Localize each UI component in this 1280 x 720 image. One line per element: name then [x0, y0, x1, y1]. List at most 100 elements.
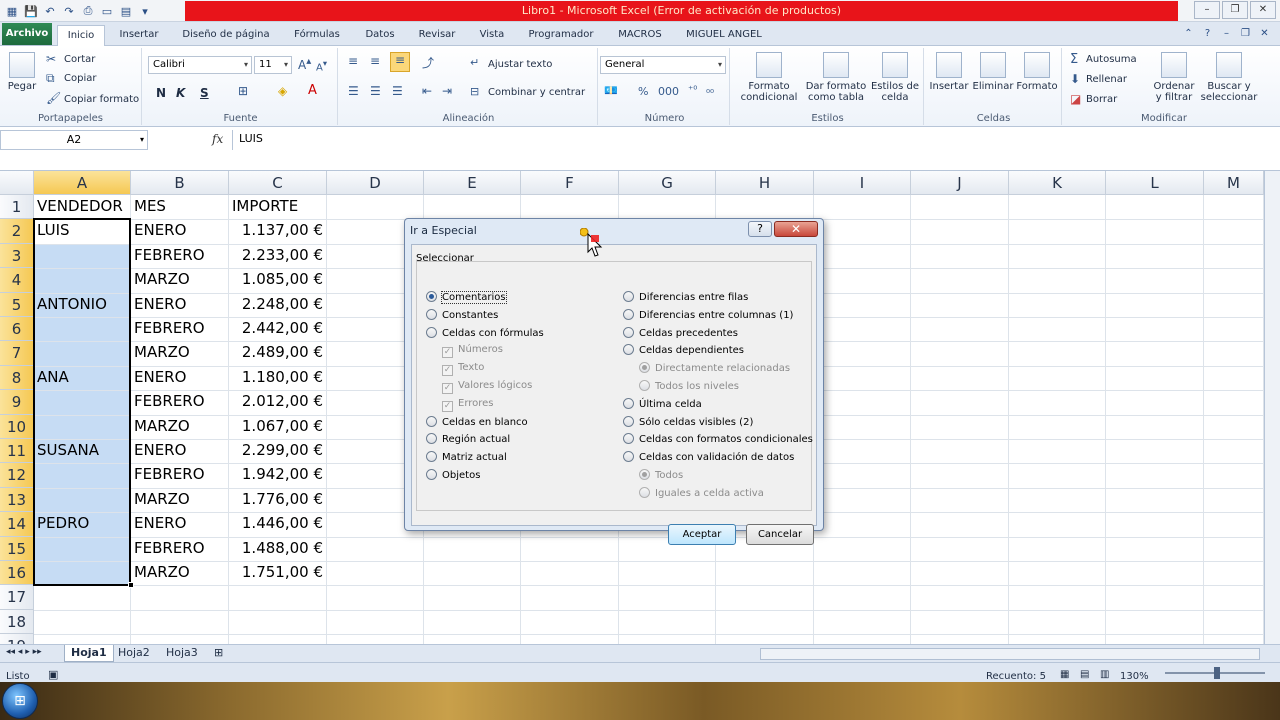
- paste-button[interactable]: Pegar: [4, 52, 40, 92]
- cell-c12[interactable]: 1.942,00 €: [229, 465, 323, 483]
- thousands-icon[interactable]: 000: [658, 85, 679, 98]
- tab-miguel-angel[interactable]: MIGUEL ANGEL: [680, 25, 768, 46]
- decrease-indent-icon[interactable]: ⇤: [422, 84, 432, 98]
- decimal-less-icon[interactable]: ₀₀: [706, 85, 714, 96]
- vertical-scrollbar[interactable]: [1264, 171, 1280, 644]
- cell-c10[interactable]: 1.067,00 €: [229, 417, 323, 435]
- increase-indent-icon[interactable]: ⇥: [442, 84, 452, 98]
- cell-styles-button[interactable]: Estilos de celda: [868, 52, 922, 103]
- column-header-b[interactable]: B: [131, 171, 229, 195]
- name-box[interactable]: A2 ▾: [0, 130, 148, 150]
- row-header-13[interactable]: 13: [0, 487, 34, 513]
- accept-button[interactable]: Aceptar: [668, 524, 736, 545]
- decrease-font-icon[interactable]: A▾: [316, 58, 327, 73]
- copy-button[interactable]: Copiar: [64, 73, 96, 84]
- align-middle-icon[interactable]: ≡: [370, 54, 380, 68]
- cell-b5[interactable]: ENERO: [134, 295, 186, 313]
- cell-c1[interactable]: IMPORTE: [232, 197, 298, 215]
- minimize-button[interactable]: –: [1194, 1, 1220, 19]
- column-header-m[interactable]: M: [1204, 171, 1264, 195]
- formula-input[interactable]: LUIS: [232, 130, 1262, 150]
- orientation-icon[interactable]: ⤴: [422, 54, 434, 71]
- cell-b16[interactable]: MARZO: [134, 563, 190, 581]
- save-icon[interactable]: 💾: [23, 3, 39, 19]
- cell-b3[interactable]: FEBRERO: [134, 246, 205, 264]
- cell-b9[interactable]: FEBRERO: [134, 392, 205, 410]
- cell-c15[interactable]: 1.488,00 €: [229, 539, 323, 557]
- align-bottom-icon[interactable]: ≡: [390, 52, 410, 72]
- cell-b2[interactable]: ENERO: [134, 221, 186, 239]
- column-header-f[interactable]: F: [521, 171, 619, 195]
- cell-a1[interactable]: VENDEDOR: [37, 197, 123, 215]
- autosum-button[interactable]: Autosuma: [1086, 54, 1137, 65]
- cut-button[interactable]: Cortar: [64, 54, 95, 65]
- delete-cells-button[interactable]: Eliminar: [972, 52, 1014, 92]
- cell-b11[interactable]: ENERO: [134, 441, 186, 459]
- option-right-8[interactable]: Celdas con formatos condicionales: [623, 433, 813, 445]
- font-color-icon[interactable]: A: [308, 83, 317, 98]
- help-icon[interactable]: ?: [1200, 26, 1215, 41]
- close-window-button[interactable]: ✕: [1250, 1, 1276, 19]
- cell-b6[interactable]: FEBRERO: [134, 319, 205, 337]
- align-top-icon[interactable]: ≡: [348, 54, 358, 68]
- cell-c7[interactable]: 2.489,00 €: [229, 343, 323, 361]
- row-header-1[interactable]: 1: [0, 195, 34, 220]
- cell-c2[interactable]: 1.137,00 €: [229, 221, 323, 239]
- print-preview-icon[interactable]: ⎙: [80, 3, 96, 19]
- format-painter-button[interactable]: Copiar formato: [64, 94, 139, 105]
- horizontal-scrollbar[interactable]: [760, 648, 1260, 660]
- column-header-a[interactable]: A: [34, 171, 131, 195]
- cell-b14[interactable]: ENERO: [134, 514, 186, 532]
- cell-c6[interactable]: 2.442,00 €: [229, 319, 323, 337]
- option-right-0[interactable]: Diferencias entre filas: [623, 291, 748, 303]
- open-folder-icon[interactable]: ▤: [118, 3, 134, 19]
- tab-formulas[interactable]: Fórmulas: [286, 25, 348, 46]
- sheet-tab-hoja3[interactable]: Hoja3: [160, 645, 204, 662]
- sort-filter-button[interactable]: Ordenar y filtrar: [1152, 52, 1196, 103]
- redo-icon[interactable]: ↷: [61, 3, 77, 19]
- insert-function-button[interactable]: fx: [212, 132, 223, 146]
- row-header-6[interactable]: 6: [0, 317, 34, 342]
- cell-c16[interactable]: 1.751,00 €: [229, 563, 323, 581]
- option-left-7[interactable]: Celdas en blanco: [426, 415, 528, 428]
- tab-vista[interactable]: Vista: [472, 25, 512, 46]
- row-header-8[interactable]: 8: [0, 365, 34, 391]
- format-cells-button[interactable]: Formato: [1014, 52, 1060, 92]
- windows-start-button[interactable]: ⊞: [2, 683, 38, 719]
- sheet-nav-icon[interactable]: ◂◂ ◂ ▸ ▸▸: [6, 647, 42, 657]
- minimize-ribbon-icon[interactable]: ⌃: [1181, 26, 1196, 41]
- align-center-icon[interactable]: ☰: [370, 84, 381, 98]
- option-left-2[interactable]: Celdas con fórmulas: [426, 326, 544, 339]
- tab-programador[interactable]: Programador: [522, 25, 600, 46]
- cell-b15[interactable]: FEBRERO: [134, 539, 205, 557]
- wrap-text-button[interactable]: Ajustar texto: [488, 59, 552, 70]
- tab-diseno-pagina[interactable]: Diseño de página: [176, 25, 276, 46]
- zoom-slider-thumb[interactable]: [1214, 667, 1220, 679]
- cell-b4[interactable]: MARZO: [134, 270, 190, 288]
- borders-icon[interactable]: ⊞: [238, 84, 248, 98]
- bold-button[interactable]: N: [156, 86, 166, 100]
- option-left-0[interactable]: Comentarios: [426, 291, 507, 304]
- doc-restore-icon[interactable]: ❐: [1238, 26, 1253, 41]
- option-left-8[interactable]: Región actual: [426, 433, 510, 445]
- option-left-10[interactable]: Objetos: [426, 469, 480, 481]
- font-size-select[interactable]: 11 ▾: [254, 56, 292, 74]
- format-as-table-button[interactable]: Dar formato como tabla: [804, 52, 868, 103]
- sheet-tab-hoja1[interactable]: Hoja1: [64, 645, 114, 662]
- currency-icon[interactable]: 💶: [604, 84, 618, 97]
- row-header-10[interactable]: 10: [0, 414, 34, 439]
- option-right-6[interactable]: Última celda: [623, 397, 702, 410]
- row-header-3[interactable]: 3: [0, 243, 34, 269]
- cell-c9[interactable]: 2.012,00 €: [229, 392, 323, 410]
- cell-c13[interactable]: 1.776,00 €: [229, 490, 323, 508]
- cell-c14[interactable]: 1.446,00 €: [229, 514, 323, 532]
- cell-b13[interactable]: MARZO: [134, 490, 190, 508]
- conditional-format-button[interactable]: Formato condicional: [734, 52, 804, 103]
- restore-button[interactable]: ❐: [1222, 1, 1248, 19]
- tab-datos[interactable]: Datos: [358, 25, 402, 46]
- fill-button[interactable]: Rellenar: [1086, 74, 1127, 85]
- column-header-c[interactable]: C: [229, 171, 327, 195]
- cell-c3[interactable]: 2.233,00 €: [229, 246, 323, 264]
- cell-b12[interactable]: FEBRERO: [134, 465, 205, 483]
- dialog-help-button[interactable]: ?: [748, 221, 772, 237]
